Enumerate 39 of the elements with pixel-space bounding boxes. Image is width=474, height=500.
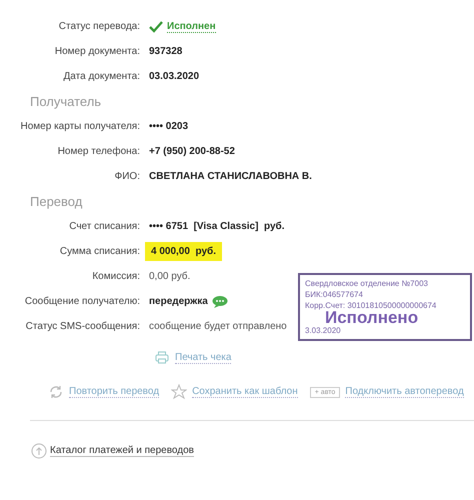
field-value: 937328 (149, 46, 182, 57)
print-receipt-link[interactable]: Печать чека (175, 352, 232, 364)
check-icon (149, 20, 163, 32)
field-label: Счет списания: (68, 221, 141, 232)
section-heading: Получатель (30, 93, 102, 111)
action-link[interactable]: Подключить автоперевод (345, 386, 464, 398)
stamp-status: Исполнено (325, 311, 418, 325)
field-value: +7 (950) 200-88-52 (149, 146, 235, 157)
amount-value: 4 000,00 руб. (145, 242, 222, 261)
field-value: 0,00 руб. (149, 271, 190, 282)
action-link[interactable]: Повторить перевод (69, 386, 160, 398)
status-value: Исполнен (167, 20, 216, 32)
catalog-link[interactable]: Каталог платежей и переводов (50, 445, 194, 457)
field-value: 03.03.2020 (149, 71, 200, 82)
speech-bubble-icon (212, 295, 228, 308)
field-value: •••• 6751 [Visa Classic] руб. (149, 221, 284, 232)
refresh-icon (48, 384, 64, 400)
field-label: Номер карты получателя: (20, 121, 141, 132)
action-link[interactable]: Сохранить как шаблон (192, 386, 298, 398)
field-label: Статус SMS-сообщения: (24, 321, 141, 332)
field-label: Номер документа: (54, 46, 141, 57)
field-value: СВЕТЛАНА СТАНИСЛАВОВНА В. (149, 171, 312, 182)
field-label: Сумма списания: (58, 246, 141, 257)
field-value: сообщение будет отправлено (149, 321, 287, 332)
field-label: Сообщение получателю: (24, 296, 141, 307)
field-label: ФИО: (114, 171, 141, 182)
printer-icon (155, 351, 169, 364)
stamp-text: БИК:046577674 (305, 289, 364, 300)
stamp-text: Корр.Счет: 30101810500000000674 (305, 300, 438, 311)
section-heading: Перевод (30, 193, 84, 211)
field-label: Номер телефона: (56, 146, 141, 157)
stamp-text: Свердловское отделение №7003 (305, 278, 429, 289)
field-value: передержка (149, 296, 208, 307)
star-icon (171, 384, 188, 400)
field-value: •••• 0203 (149, 121, 188, 132)
field-label: Статус перевода: (58, 21, 141, 32)
field-label: Дата документа: (62, 71, 141, 82)
field-label: Комиссия: (91, 271, 141, 282)
stamp-date: 3.03.2020 (305, 325, 342, 336)
